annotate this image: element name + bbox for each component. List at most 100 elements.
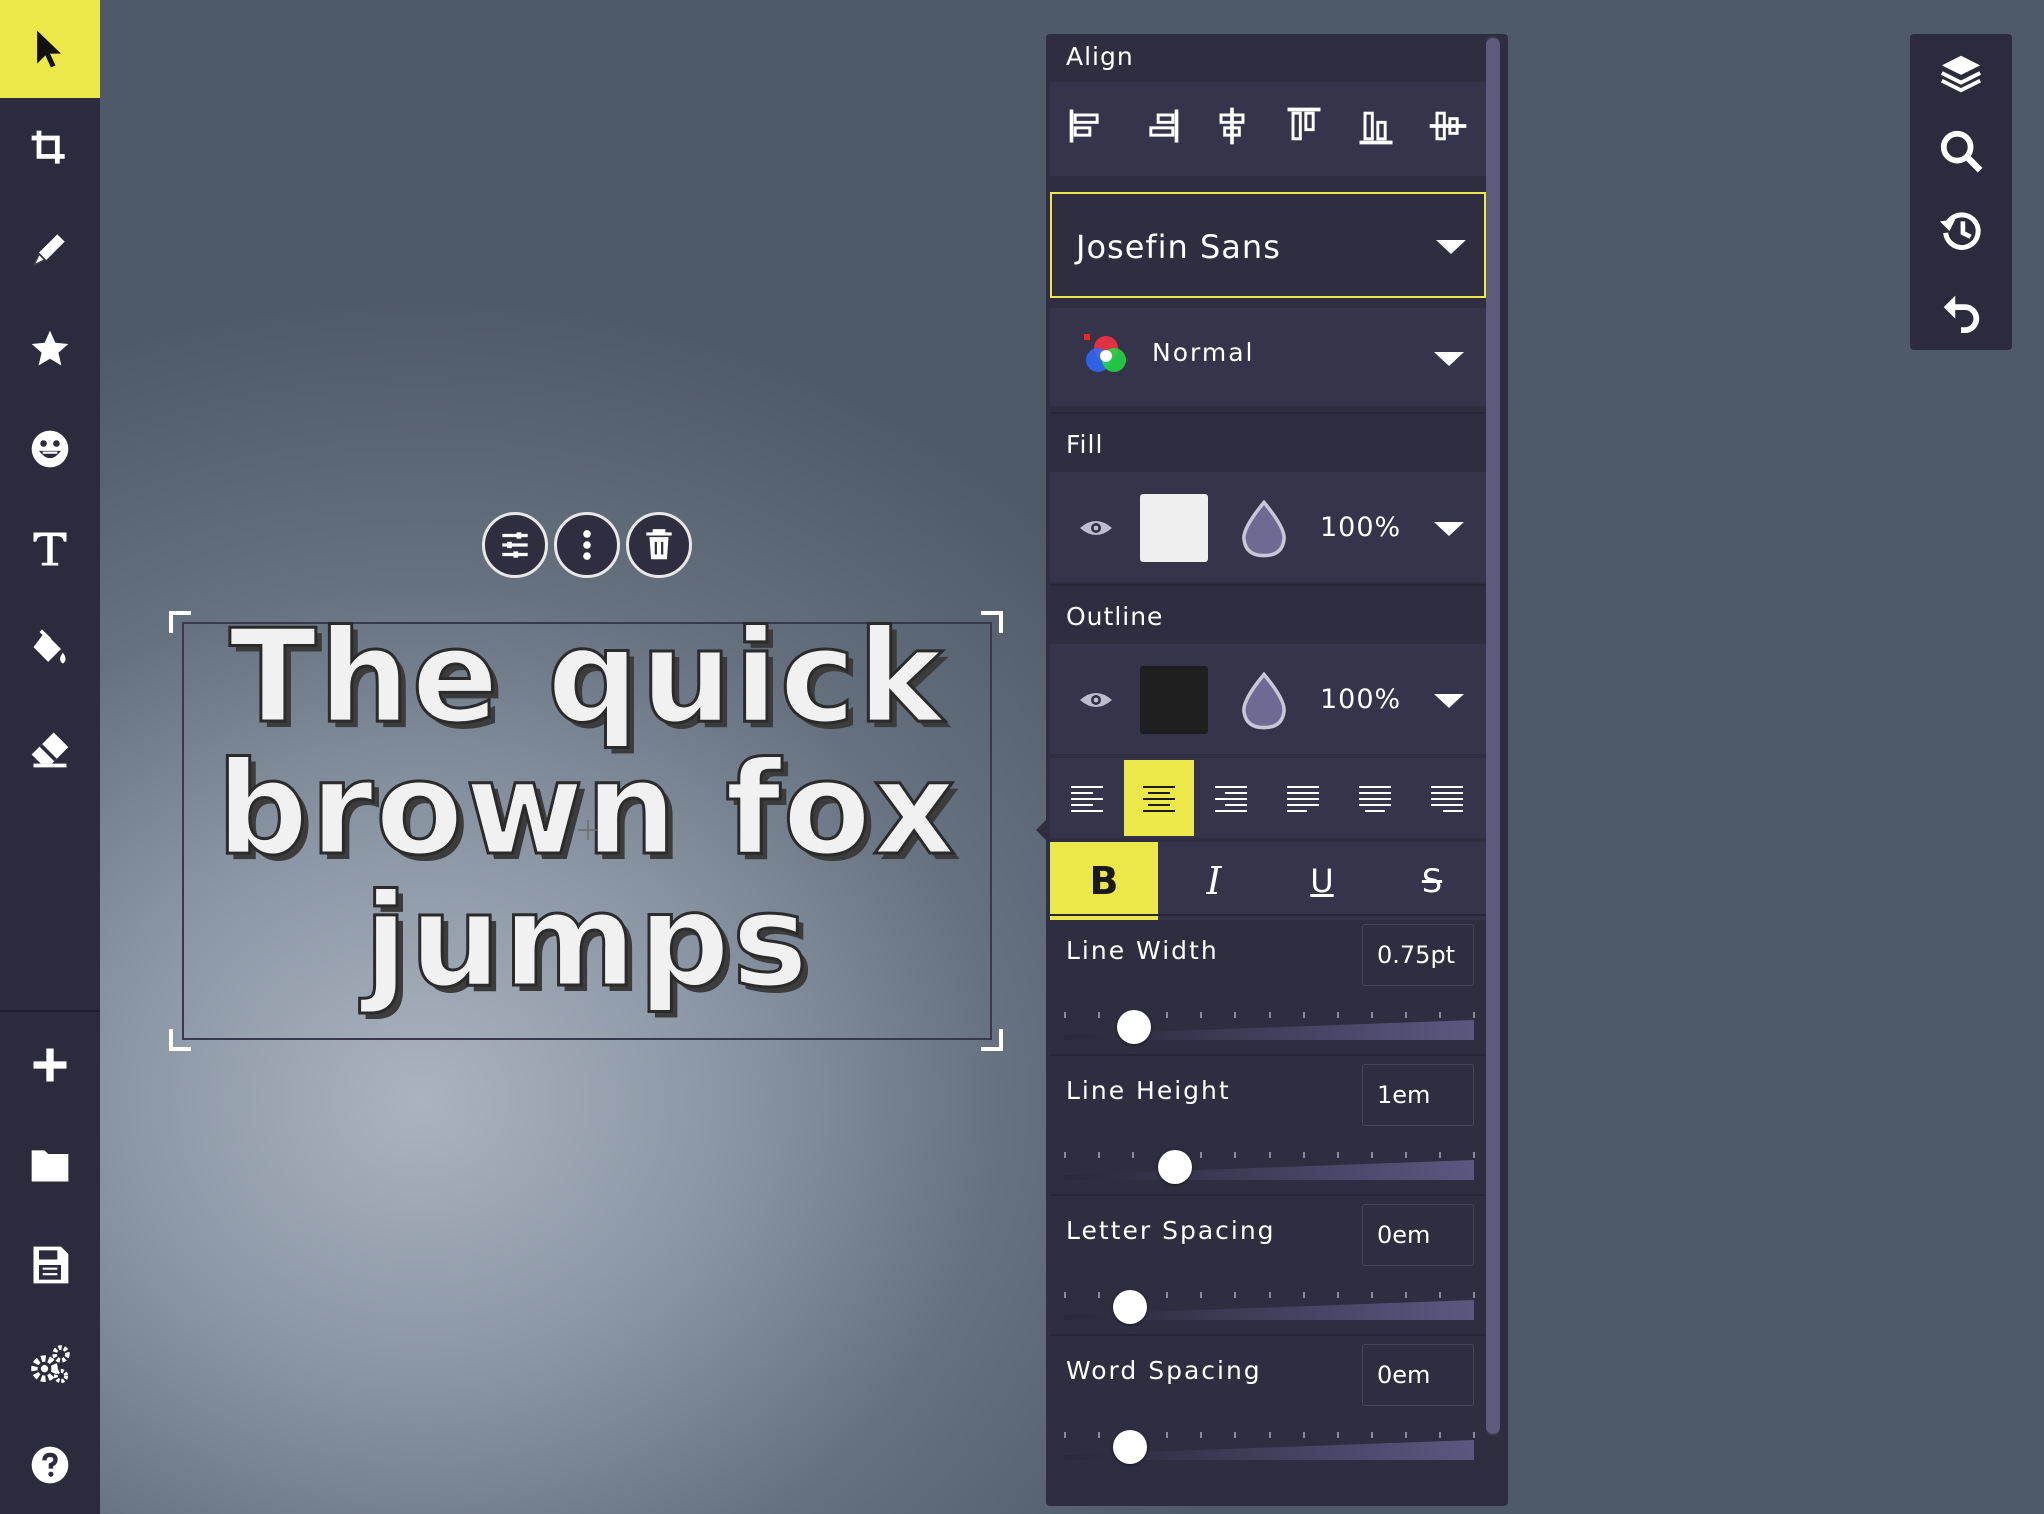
left-toolbar xyxy=(0,0,100,1514)
blend-mode-dropdown[interactable]: Normal xyxy=(1050,308,1486,406)
text-settings-button[interactable] xyxy=(482,512,548,578)
new-button[interactable] xyxy=(0,1016,100,1114)
help-circle-icon xyxy=(31,1446,69,1484)
slider-value-input[interactable] xyxy=(1362,1344,1474,1406)
opacity-drop-icon[interactable] xyxy=(1236,670,1292,732)
text-justify-right-button[interactable] xyxy=(1412,760,1482,836)
align-left-button[interactable] xyxy=(1066,104,1110,148)
history-button[interactable] xyxy=(1910,192,2012,270)
select-tool-button[interactable] xyxy=(0,0,100,98)
align-bottom-button[interactable] xyxy=(1354,104,1398,148)
text-line: jumps xyxy=(362,867,811,1016)
slider-knob[interactable] xyxy=(1117,1010,1151,1044)
fill-color-swatch[interactable] xyxy=(1140,494,1208,562)
chevron-down-icon xyxy=(1436,240,1466,254)
align-center-horizontal-button[interactable] xyxy=(1210,104,1254,148)
eye-icon[interactable] xyxy=(1078,516,1114,540)
more-options-button[interactable] xyxy=(554,512,620,578)
slider-label: Line Width xyxy=(1066,936,1219,965)
eye-icon[interactable] xyxy=(1078,688,1114,712)
layers-button[interactable] xyxy=(1910,34,2012,112)
settings-button[interactable] xyxy=(0,1316,100,1414)
text-align-left-button[interactable] xyxy=(1052,760,1122,836)
outline-header: Outline xyxy=(1066,602,1164,631)
undo-button[interactable] xyxy=(1910,272,2012,350)
align-center-vertical-button[interactable] xyxy=(1426,104,1470,148)
slider-knob[interactable] xyxy=(1158,1150,1192,1184)
text-line: brown fox xyxy=(215,735,958,884)
eraser-icon xyxy=(31,732,69,768)
sliders-icon xyxy=(502,532,528,558)
blend-mode-value: Normal xyxy=(1152,338,1255,367)
fill-opacity-value: 100% xyxy=(1320,512,1402,543)
zoom-button[interactable] xyxy=(1910,112,2012,190)
draw-tool-button[interactable] xyxy=(0,200,100,298)
italic-button[interactable]: I xyxy=(1160,842,1268,920)
fill-header: Fill xyxy=(1066,430,1104,459)
chevron-down-icon[interactable] xyxy=(1434,694,1464,708)
open-button[interactable] xyxy=(0,1116,100,1214)
delete-object-button[interactable] xyxy=(626,512,692,578)
bold-button[interactable]: B xyxy=(1050,842,1158,920)
slider-value-input[interactable] xyxy=(1362,924,1474,986)
text-justify-left-button[interactable] xyxy=(1268,760,1338,836)
outline-color-swatch[interactable] xyxy=(1140,666,1208,734)
resize-handle-top-right[interactable] xyxy=(978,610,1004,636)
resize-handle-top-left[interactable] xyxy=(168,610,194,636)
align-right-button[interactable] xyxy=(1138,104,1182,148)
divider xyxy=(1050,584,1486,586)
crop-tool-button[interactable] xyxy=(0,100,100,198)
slider-ticks xyxy=(1064,1152,1475,1160)
stickers-tool-button[interactable] xyxy=(0,400,100,498)
text-tool-button[interactable] xyxy=(0,500,100,598)
align-row xyxy=(1050,82,1486,176)
text-align-left-icon xyxy=(1071,786,1103,812)
crosshair-icon xyxy=(578,820,598,840)
chevron-down-icon[interactable] xyxy=(1434,522,1464,536)
font-family-dropdown[interactable]: Josefin Sans xyxy=(1050,192,1486,298)
folder-icon xyxy=(31,1150,69,1182)
align-center-vertical-icon xyxy=(1429,111,1467,141)
shapes-tool-button[interactable] xyxy=(0,300,100,398)
slider-value-input[interactable] xyxy=(1362,1064,1474,1126)
text-justify-left-icon xyxy=(1287,786,1319,812)
slider-value-input[interactable] xyxy=(1362,1204,1474,1266)
text-justify-center-button[interactable] xyxy=(1340,760,1410,836)
divider xyxy=(1050,914,1486,916)
emoji-icon xyxy=(31,430,69,468)
underline-button[interactable]: U xyxy=(1268,842,1376,920)
eraser-tool-button[interactable] xyxy=(0,700,100,798)
text-t-icon xyxy=(33,532,67,566)
align-top-icon xyxy=(1287,107,1321,141)
history-icon xyxy=(1939,212,1981,250)
resize-handle-bottom-right[interactable] xyxy=(978,1026,1004,1052)
slider-knob[interactable] xyxy=(1113,1290,1147,1324)
text-align-right-button[interactable] xyxy=(1196,760,1266,836)
undo-icon xyxy=(1943,295,1980,334)
opacity-drop-icon[interactable] xyxy=(1236,498,1292,560)
outline-opacity-value: 100% xyxy=(1320,684,1402,715)
slider-knob[interactable] xyxy=(1113,1430,1147,1464)
slider-label: Word Spacing xyxy=(1066,1356,1262,1385)
strikethrough-button[interactable]: S xyxy=(1378,842,1486,920)
layers-icon xyxy=(1940,55,1982,93)
save-button[interactable] xyxy=(0,1216,100,1314)
text-align-center-button[interactable] xyxy=(1124,760,1194,836)
align-center-horizontal-icon xyxy=(1219,107,1245,145)
panel-scrollbar-thumb[interactable] xyxy=(1486,38,1500,1434)
trash-icon xyxy=(646,529,672,560)
resize-handle-bottom-left[interactable] xyxy=(168,1026,194,1052)
divider xyxy=(1050,1334,1486,1336)
blend-mode-icon xyxy=(1084,334,1126,372)
divider xyxy=(1050,1194,1486,1196)
plus-icon xyxy=(33,1048,67,1082)
align-right-icon xyxy=(1149,109,1179,143)
chevron-down-icon xyxy=(1434,352,1464,366)
fill-tool-button[interactable] xyxy=(0,600,100,698)
crop-icon xyxy=(31,130,65,164)
help-button[interactable] xyxy=(0,1416,100,1514)
slider-label: Letter Spacing xyxy=(1066,1216,1276,1245)
slider-label: Line Height xyxy=(1066,1076,1231,1105)
align-top-button[interactable] xyxy=(1282,104,1326,148)
toolbar-divider xyxy=(0,1010,100,1012)
